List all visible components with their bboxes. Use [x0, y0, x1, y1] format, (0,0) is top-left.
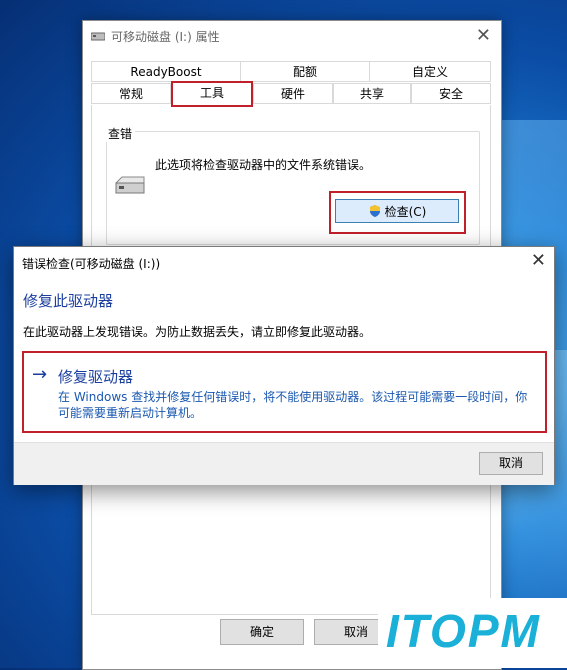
dialog-title: 错误检查(可移动磁盘 (I:)) — [22, 257, 161, 271]
tab-security[interactable]: 安全 — [411, 83, 491, 104]
watermark-panel: ITOPM — [378, 598, 567, 668]
drive-icon — [91, 32, 105, 41]
group-description: 此选项将检查驱动器中的文件系统错误。 — [155, 158, 372, 172]
tab-readyboost[interactable]: ReadyBoost — [91, 61, 241, 82]
tab-customize[interactable]: 自定义 — [369, 61, 491, 82]
ok-button[interactable]: 确定 — [220, 619, 304, 645]
tab-hardware[interactable]: 硬件 — [253, 83, 333, 104]
watermark-logo: ITOPM — [386, 605, 541, 657]
highlight-check-button — [329, 191, 466, 234]
dialog-heading: 修复此驱动器 — [23, 292, 114, 310]
highlight-repair-option — [22, 351, 547, 433]
highlight-tools-tab — [171, 81, 253, 107]
dialog-footer: 取消 — [14, 442, 554, 485]
tab-quota[interactable]: 配额 — [240, 61, 370, 82]
dialog-cancel-button[interactable]: 取消 — [479, 452, 543, 475]
tab-general[interactable]: 常规 — [91, 83, 171, 104]
group-label: 查错 — [105, 125, 136, 142]
close-icon[interactable]: ✕ — [476, 25, 491, 46]
tab-sharing[interactable]: 共享 — [333, 83, 411, 104]
drive-icon — [115, 176, 145, 194]
tab-strip: ReadyBoost 配额 自定义 常规 工具 硬件 共享 安全 — [91, 61, 491, 105]
properties-titlebar: 可移动磁盘 (I:) 属性 ✕ — [83, 21, 501, 51]
dialog-message: 在此驱动器上发现错误。为防止数据丢失，请立即修复此驱动器。 — [23, 325, 372, 339]
properties-title: 可移动磁盘 (I:) 属性 — [111, 30, 220, 44]
close-icon[interactable]: ✕ — [531, 250, 546, 271]
